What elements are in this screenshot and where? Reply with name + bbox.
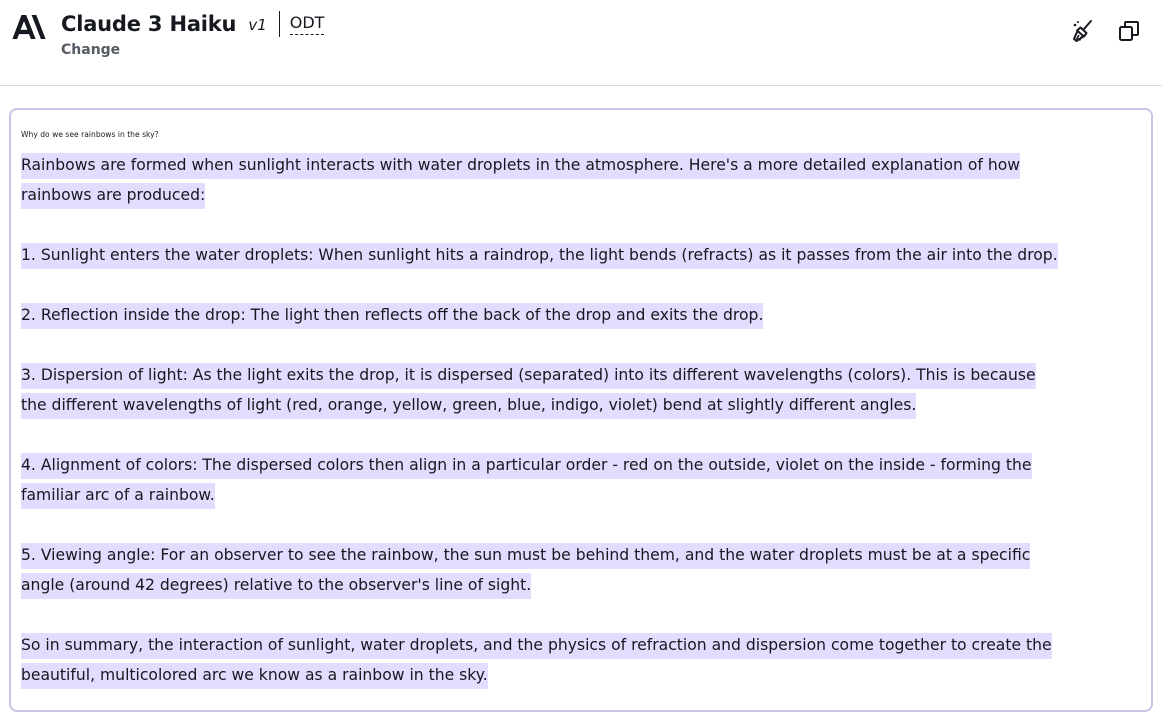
response-line: the different wavelengths of light (red,…	[21, 390, 1145, 420]
response-line: angle (around 42 degrees) relative to th…	[21, 570, 1145, 600]
response-line-text: the different wavelengths of light (red,…	[21, 393, 917, 419]
model-response: Rainbows are formed when sunlight intera…	[21, 150, 1145, 690]
response-blank-line	[21, 600, 1145, 630]
copy-chat-button[interactable]	[1114, 16, 1144, 46]
throughput-mode-link[interactable]: ODT	[289, 13, 325, 35]
response-line-text: 2. Reflection inside the drop: The light…	[21, 303, 764, 329]
response-line: Rainbows are formed when sunlight intera…	[21, 150, 1145, 180]
response-blank-line	[21, 330, 1145, 360]
response-line: rainbows are produced:	[21, 180, 1145, 210]
response-blank-line	[21, 510, 1145, 540]
response-line-text: angle (around 42 degrees) relative to th…	[21, 573, 532, 599]
response-line-text: beautiful, multicolored arc we know as a…	[21, 663, 488, 689]
user-prompt: Why do we see rainbows in the sky?	[21, 130, 159, 139]
response-line: 4. Alignment of colors: The dispersed co…	[21, 450, 1145, 480]
response-line-text: 5. Viewing angle: For an observer to see…	[21, 543, 1031, 569]
playground-header: Claude 3 Haiku v1 ODT Change	[0, 0, 1162, 86]
response-line: 5. Viewing angle: For an observer to see…	[21, 540, 1145, 570]
response-line-text: rainbows are produced:	[21, 183, 206, 209]
title-divider	[278, 11, 280, 37]
response-line: 3. Dispersion of light: As the light exi…	[21, 360, 1145, 390]
response-line: So in summary, the interaction of sunlig…	[21, 630, 1145, 660]
response-line-text: 3. Dispersion of light: As the light exi…	[21, 363, 1036, 389]
clear-chat-button[interactable]	[1068, 16, 1098, 46]
broom-icon	[1073, 20, 1092, 42]
response-line: beautiful, multicolored arc we know as a…	[21, 660, 1145, 690]
anthropic-logo	[12, 15, 46, 39]
copy-icon	[1119, 21, 1139, 41]
response-line-text: So in summary, the interaction of sunlig…	[21, 633, 1052, 659]
response-line: 1. Sunlight enters the water droplets: W…	[21, 240, 1145, 270]
response-blank-line	[21, 270, 1145, 300]
model-name: Claude 3 Haiku	[61, 12, 237, 36]
response-line-text: 4. Alignment of colors: The dispersed co…	[21, 453, 1032, 479]
response-line: familiar arc of a rainbow.	[21, 480, 1145, 510]
change-model-link[interactable]: Change	[61, 42, 120, 58]
chat-transcript-panel: Why do we see rainbows in the sky? Rainb…	[9, 108, 1153, 712]
response-line-text: 1. Sunlight enters the water droplets: W…	[21, 243, 1058, 269]
response-line-text: familiar arc of a rainbow.	[21, 483, 215, 509]
chat-content: Why do we see rainbows in the sky? Rainb…	[21, 120, 1145, 690]
response-line-text: Rainbows are formed when sunlight intera…	[21, 153, 1021, 179]
response-blank-line	[21, 420, 1145, 450]
model-version: v1	[248, 16, 267, 34]
response-line: 2. Reflection inside the drop: The light…	[21, 300, 1145, 330]
response-blank-line	[21, 210, 1145, 240]
model-title-row: Claude 3 Haiku v1 ODT	[61, 10, 325, 38]
